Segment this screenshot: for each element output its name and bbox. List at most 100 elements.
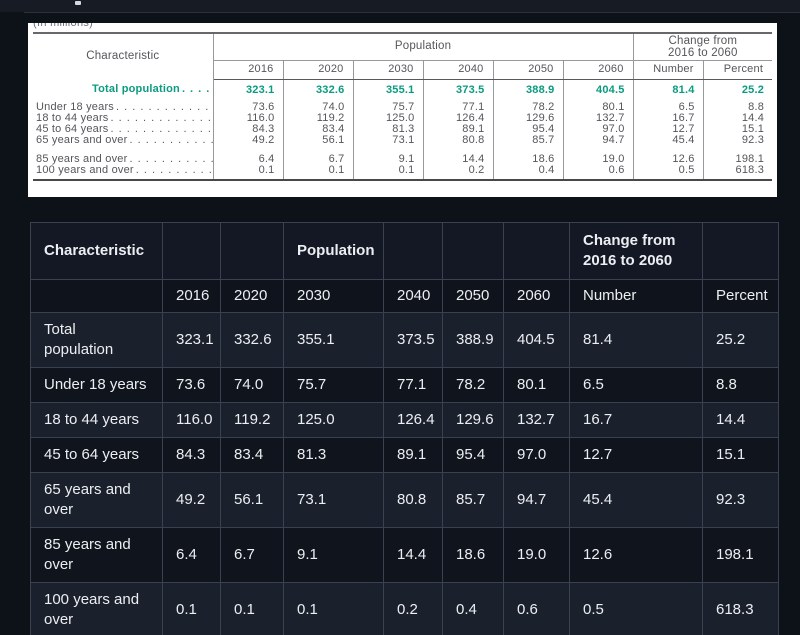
cropped-text-fragment bbox=[75, 1, 81, 5]
source-cell-value: 129.6 bbox=[493, 113, 563, 124]
source-row-label: Total population. . . . . . . . . . . . … bbox=[33, 79, 213, 102]
source-header-change-line2: 2016 to 2060 bbox=[634, 47, 773, 59]
dark-cell-value: 12.6 bbox=[570, 528, 703, 583]
dark-cell-value: 0.1 bbox=[284, 583, 384, 635]
source-cell-value: 74.0 bbox=[283, 102, 353, 113]
dark-cell-value: 74.0 bbox=[221, 368, 284, 403]
dark-table-row: 65 years and over49.256.173.180.885.794.… bbox=[31, 473, 779, 528]
dark-cell-value: 0.2 bbox=[384, 583, 443, 635]
source-table-row: 65 years and over. . . . . . . . . . . .… bbox=[33, 135, 772, 146]
source-cell-value: 16.7 bbox=[633, 113, 703, 124]
spacer-cell bbox=[33, 146, 213, 154]
dark-cell-value: 45.4 bbox=[570, 473, 703, 528]
source-cell-value: 0.4 bbox=[493, 165, 563, 180]
dark-subheader-empty bbox=[31, 280, 163, 313]
dark-cell-value: 56.1 bbox=[221, 473, 284, 528]
dark-header-characteristic: Characteristic bbox=[31, 223, 163, 280]
source-cell-value: 8.8 bbox=[703, 102, 772, 113]
source-cell-value: 45.4 bbox=[633, 135, 703, 146]
dark-cell-value: 15.1 bbox=[703, 438, 779, 473]
dark-cell-value: 6.7 bbox=[221, 528, 284, 583]
dark-cell-value: 73.1 bbox=[284, 473, 384, 528]
source-header-change: Change from 2016 to 2060 bbox=[633, 33, 772, 60]
source-cell-value: 388.9 bbox=[493, 79, 563, 102]
source-cell-value: 25.2 bbox=[703, 79, 772, 102]
dark-cell-value: 85.7 bbox=[443, 473, 504, 528]
dark-row-label: 85 years and over bbox=[31, 528, 163, 583]
dark-table-row: 100 years and over0.10.10.10.20.40.60.56… bbox=[31, 583, 779, 635]
dark-row-label: 45 to 64 years bbox=[31, 438, 163, 473]
source-cell-value: 73.1 bbox=[353, 135, 423, 146]
source-cell-value: 83.4 bbox=[283, 124, 353, 135]
source-cell-value: 0.1 bbox=[353, 165, 423, 180]
dark-header-empty bbox=[163, 223, 221, 280]
source-cell-value: 355.1 bbox=[353, 79, 423, 102]
source-table-body: Total population. . . . . . . . . . . . … bbox=[33, 79, 772, 180]
dark-cell-value: 12.7 bbox=[570, 438, 703, 473]
source-cell-value: 19.0 bbox=[563, 154, 633, 165]
dark-subheader-2040: 2040 bbox=[384, 280, 443, 313]
dark-cell-value: 323.1 bbox=[163, 313, 221, 368]
dark-table-row: 85 years and over6.46.79.114.418.619.012… bbox=[31, 528, 779, 583]
dark-table-row: Total population323.1332.6355.1373.5388.… bbox=[31, 313, 779, 368]
dark-cell-value: 618.3 bbox=[703, 583, 779, 635]
dark-subheader-2030: 2030 bbox=[284, 280, 384, 313]
source-table-row: 100 years and over. . . . . . . . . . . … bbox=[33, 165, 772, 180]
source-cell-value: 0.2 bbox=[423, 165, 493, 180]
dark-table: Characteristic Population Change from 20… bbox=[30, 222, 779, 635]
dark-cell-value: 129.6 bbox=[443, 403, 504, 438]
dark-cell-value: 6.4 bbox=[163, 528, 221, 583]
dark-cell-value: 132.7 bbox=[504, 403, 570, 438]
source-row-label: 45 to 64 years. . . . . . . . . . . . . … bbox=[33, 124, 213, 135]
dark-subheader-2050: 2050 bbox=[443, 280, 504, 313]
source-cell-value: 80.1 bbox=[563, 102, 633, 113]
dark-cell-value: 0.5 bbox=[570, 583, 703, 635]
source-cell-value: 94.7 bbox=[563, 135, 633, 146]
source-cell-value: 14.4 bbox=[423, 154, 493, 165]
source-cell-value: 6.4 bbox=[213, 154, 283, 165]
dot-leader: . . . . . . . . . . . . . . . . . . . . … bbox=[109, 113, 213, 124]
source-table-row: Total population. . . . . . . . . . . . … bbox=[33, 79, 772, 102]
dark-cell-value: 9.1 bbox=[284, 528, 384, 583]
source-cell-value: 0.5 bbox=[633, 165, 703, 180]
dark-header-empty bbox=[384, 223, 443, 280]
dark-cell-value: 0.1 bbox=[221, 583, 284, 635]
source-cell-value: 75.7 bbox=[353, 102, 423, 113]
dark-table-row: Under 18 years73.674.075.777.178.280.16.… bbox=[31, 368, 779, 403]
source-cell-value: 18.6 bbox=[493, 154, 563, 165]
dark-row-label: 18 to 44 years bbox=[31, 403, 163, 438]
dark-row-label: Under 18 years bbox=[31, 368, 163, 403]
dot-leader: . . . . . . . . . . . . . . . . . . . . … bbox=[134, 165, 213, 176]
source-header-year-2020: 2020 bbox=[283, 60, 353, 79]
dark-cell-value: 388.9 bbox=[443, 313, 504, 368]
source-header-year-2040: 2040 bbox=[423, 60, 493, 79]
dark-cell-value: 16.7 bbox=[570, 403, 703, 438]
source-header-characteristic: Characteristic bbox=[33, 33, 213, 79]
source-row-label: 18 to 44 years. . . . . . . . . . . . . … bbox=[33, 113, 213, 124]
source-cell-value: 119.2 bbox=[283, 113, 353, 124]
dark-cell-value: 0.1 bbox=[163, 583, 221, 635]
dark-cell-value: 84.3 bbox=[163, 438, 221, 473]
dark-header-empty bbox=[443, 223, 504, 280]
dark-header-population: Population bbox=[284, 223, 384, 280]
source-header-year-2030: 2030 bbox=[353, 60, 423, 79]
source-header-change-line1: Change from bbox=[634, 35, 773, 47]
source-header-year-2060: 2060 bbox=[563, 60, 633, 79]
dark-cell-value: 0.6 bbox=[504, 583, 570, 635]
dark-cell-value: 14.4 bbox=[703, 403, 779, 438]
image-caption: (In millions) bbox=[33, 23, 777, 29]
dot-leader: . . . . . . . . . . . . . . . . . . . . … bbox=[109, 124, 213, 135]
source-row-label: 65 years and over. . . . . . . . . . . .… bbox=[33, 135, 213, 146]
dark-header-empty bbox=[504, 223, 570, 280]
dark-cell-value: 332.6 bbox=[221, 313, 284, 368]
dark-cell-value: 6.5 bbox=[570, 368, 703, 403]
source-header-year-2050: 2050 bbox=[493, 60, 563, 79]
dark-table-body: Total population323.1332.6355.1373.5388.… bbox=[31, 313, 779, 635]
source-cell-value: 332.6 bbox=[283, 79, 353, 102]
dark-cell-value: 78.2 bbox=[443, 368, 504, 403]
source-cell-value: 12.6 bbox=[633, 154, 703, 165]
dark-header-empty bbox=[703, 223, 779, 280]
dark-subheader-percent: Percent bbox=[703, 280, 779, 313]
source-cell-value: 97.0 bbox=[563, 124, 633, 135]
dark-subheader-number: Number bbox=[570, 280, 703, 313]
